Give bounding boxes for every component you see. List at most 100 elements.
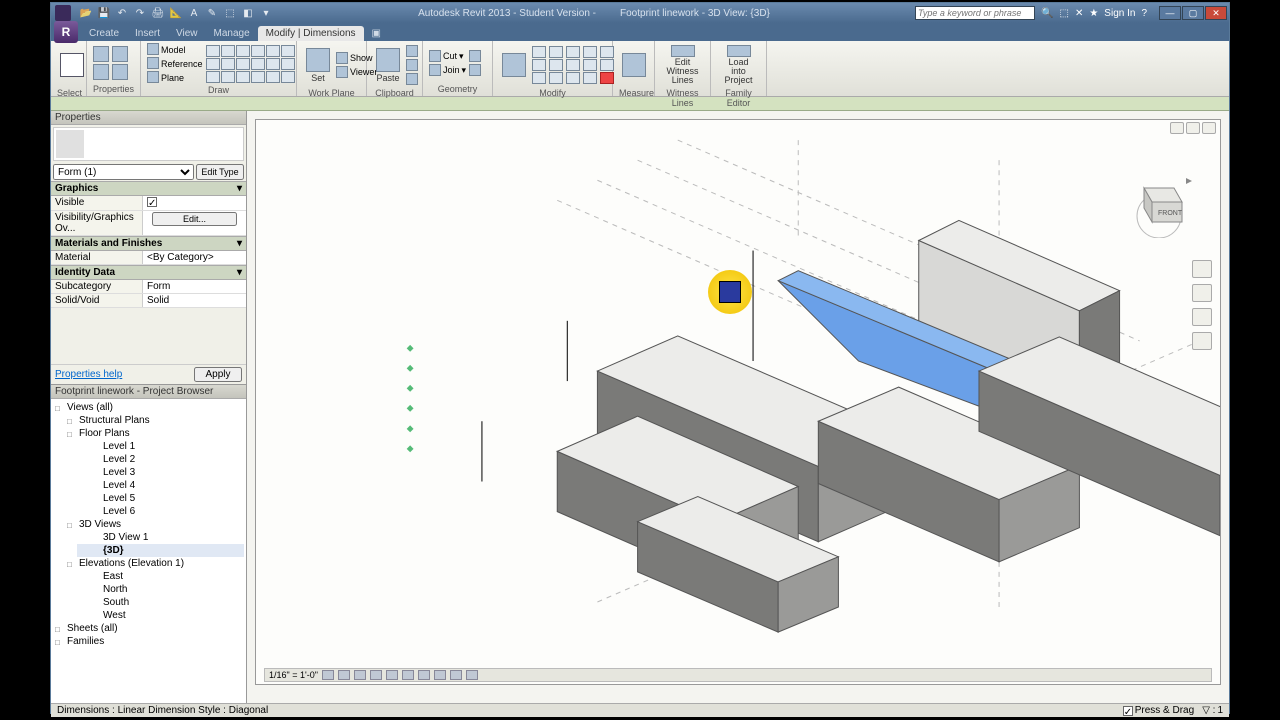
tree-families[interactable]: Families <box>53 635 244 648</box>
prop-visgr-value[interactable]: Edit... <box>143 211 246 235</box>
temp-hide-icon[interactable] <box>450 670 462 680</box>
crop-region-icon[interactable] <box>418 670 430 680</box>
tab-view[interactable]: View <box>168 26 206 41</box>
shadows-icon[interactable] <box>370 670 382 680</box>
tab-modify-dimensions[interactable]: Modify | Dimensions <box>258 26 364 41</box>
cut-geom-button[interactable]: Cut ▾ <box>429 50 466 63</box>
tree-structural[interactable]: Structural Plans <box>65 414 244 427</box>
cut-clipboard-icon[interactable] <box>406 45 418 57</box>
section-identity[interactable]: Identity Data▾ <box>51 265 246 280</box>
tree-elevations[interactable]: Elevations (Elevation 1) <box>65 557 244 570</box>
tab-manage[interactable]: Manage <box>206 26 258 41</box>
orbit-icon[interactable] <box>1192 332 1212 350</box>
qat-print-icon[interactable]: 🖨 <box>151 6 165 20</box>
tree-elev-west[interactable]: West <box>77 609 244 622</box>
steering-wheel-icon[interactable] <box>1192 260 1212 278</box>
qat-open-icon[interactable]: 📂 <box>79 6 93 20</box>
prop-visible-value[interactable]: ✓ <box>143 196 246 210</box>
type-properties-icon[interactable] <box>93 64 109 80</box>
model-canvas[interactable]: ⬥⬥⬥ ⬥⬥⬥ <box>256 120 1220 682</box>
sun-path-icon[interactable] <box>354 670 366 680</box>
join-geom-button[interactable]: Join ▾ <box>429 64 466 77</box>
subscription-icon[interactable]: ⬚ <box>1059 8 1068 19</box>
match-icon[interactable] <box>406 73 418 85</box>
scale-display[interactable]: 1/16" = 1'-0" <box>269 670 318 680</box>
rendering-icon[interactable] <box>386 670 398 680</box>
qat-measure-icon[interactable]: 📐 <box>169 6 183 20</box>
signin-link[interactable]: Sign In <box>1104 8 1135 19</box>
qat-redo-icon[interactable]: ↷ <box>133 6 147 20</box>
tree-level3[interactable]: Level 3 <box>77 466 244 479</box>
draw-tool-grid[interactable] <box>206 45 295 83</box>
copy-clipboard-icon[interactable] <box>406 59 418 71</box>
project-browser[interactable]: Views (all) Structural Plans Floor Plans… <box>51 399 246 703</box>
tab-create[interactable]: Create <box>81 26 127 41</box>
section-materials[interactable]: Materials and Finishes▾ <box>51 236 246 251</box>
tree-3dview1[interactable]: 3D View 1 <box>77 531 244 544</box>
reference-plane-button[interactable]: Plane <box>147 71 203 84</box>
set-workplane-button[interactable]: Set <box>303 43 333 87</box>
project-units-icon[interactable] <box>112 64 128 80</box>
reveal-hidden-icon[interactable] <box>466 670 478 680</box>
qat-save-icon[interactable]: 💾 <box>97 6 111 20</box>
tree-elev-east[interactable]: East <box>77 570 244 583</box>
modify-tool-grid[interactable] <box>532 46 616 84</box>
search-input[interactable] <box>915 6 1035 20</box>
search-icon[interactable]: 🔍 <box>1041 8 1053 19</box>
minimize-button[interactable]: — <box>1159 6 1181 20</box>
tab-finish-icon[interactable]: ▣ <box>364 26 389 41</box>
viewport-3d[interactable]: ⬥⬥⬥ ⬥⬥⬥ <box>247 111 1229 703</box>
split-icon[interactable] <box>469 64 481 76</box>
section-graphics[interactable]: Graphics▾ <box>51 181 246 196</box>
modify-select-button[interactable] <box>57 43 87 87</box>
exchange-icon[interactable]: ✕ <box>1075 8 1083 19</box>
maximize-button[interactable]: ▢ <box>1182 6 1204 20</box>
tree-3dviews[interactable]: 3D Views <box>65 518 244 531</box>
tree-elev-north[interactable]: North <box>77 583 244 596</box>
tree-elev-south[interactable]: South <box>77 596 244 609</box>
qat-sheet-icon[interactable]: ▾ <box>259 6 273 20</box>
qat-dim-icon[interactable]: A <box>187 6 201 20</box>
pan-icon[interactable] <box>1192 284 1212 302</box>
qat-section-icon[interactable]: ◧ <box>241 6 255 20</box>
help-icon[interactable]: ? <box>1141 8 1147 19</box>
qat-undo-icon[interactable]: ↶ <box>115 6 129 20</box>
doc-close-icon[interactable] <box>1202 122 1216 134</box>
qat-3d-icon[interactable]: ⬚ <box>223 6 237 20</box>
prop-material-value[interactable]: <By Category> <box>143 251 246 264</box>
press-drag-toggle[interactable]: ✓Press & Drag <box>1123 705 1194 716</box>
measure-button[interactable] <box>619 43 649 87</box>
family-types-icon[interactable] <box>112 46 128 62</box>
drag-grip-icon[interactable] <box>719 281 741 303</box>
model-line-button[interactable]: Model <box>147 43 203 56</box>
tree-level4[interactable]: Level 4 <box>77 479 244 492</box>
properties-icon[interactable] <box>93 46 109 62</box>
type-selector[interactable]: Form (1) <box>53 164 194 180</box>
lock-3d-icon[interactable] <box>434 670 446 680</box>
close-button[interactable]: ✕ <box>1205 6 1227 20</box>
move-button[interactable] <box>499 43 529 87</box>
tree-views[interactable]: Views (all) <box>53 401 244 414</box>
zoom-icon[interactable] <box>1192 308 1212 326</box>
tree-floor-plans[interactable]: Floor Plans <box>65 427 244 440</box>
load-into-project-button[interactable]: Load into Project <box>717 43 760 87</box>
prop-solidvoid-value[interactable]: Solid <box>143 294 246 307</box>
tree-level1[interactable]: Level 1 <box>77 440 244 453</box>
tree-sheets[interactable]: Sheets (all) <box>53 622 244 635</box>
void-icon[interactable] <box>469 50 481 62</box>
edit-type-button[interactable]: Edit Type <box>196 164 244 180</box>
paste-button[interactable]: Paste <box>373 43 403 87</box>
edit-witness-button[interactable]: Edit Witness Lines <box>661 43 704 87</box>
tree-level2[interactable]: Level 2 <box>77 453 244 466</box>
detail-level-icon[interactable] <box>322 670 334 680</box>
apply-button[interactable]: Apply <box>194 367 242 382</box>
tab-insert[interactable]: Insert <box>127 26 168 41</box>
favorite-icon[interactable]: ★ <box>1089 8 1098 19</box>
doc-max-icon[interactable] <box>1186 122 1200 134</box>
doc-min-icon[interactable] <box>1170 122 1184 134</box>
visual-style-icon[interactable] <box>338 670 350 680</box>
crop-icon[interactable] <box>402 670 414 680</box>
prop-subcat-value[interactable]: Form <box>143 280 246 293</box>
properties-help-link[interactable]: Properties help <box>55 369 122 380</box>
tree-3d-current[interactable]: {3D} <box>77 544 244 557</box>
